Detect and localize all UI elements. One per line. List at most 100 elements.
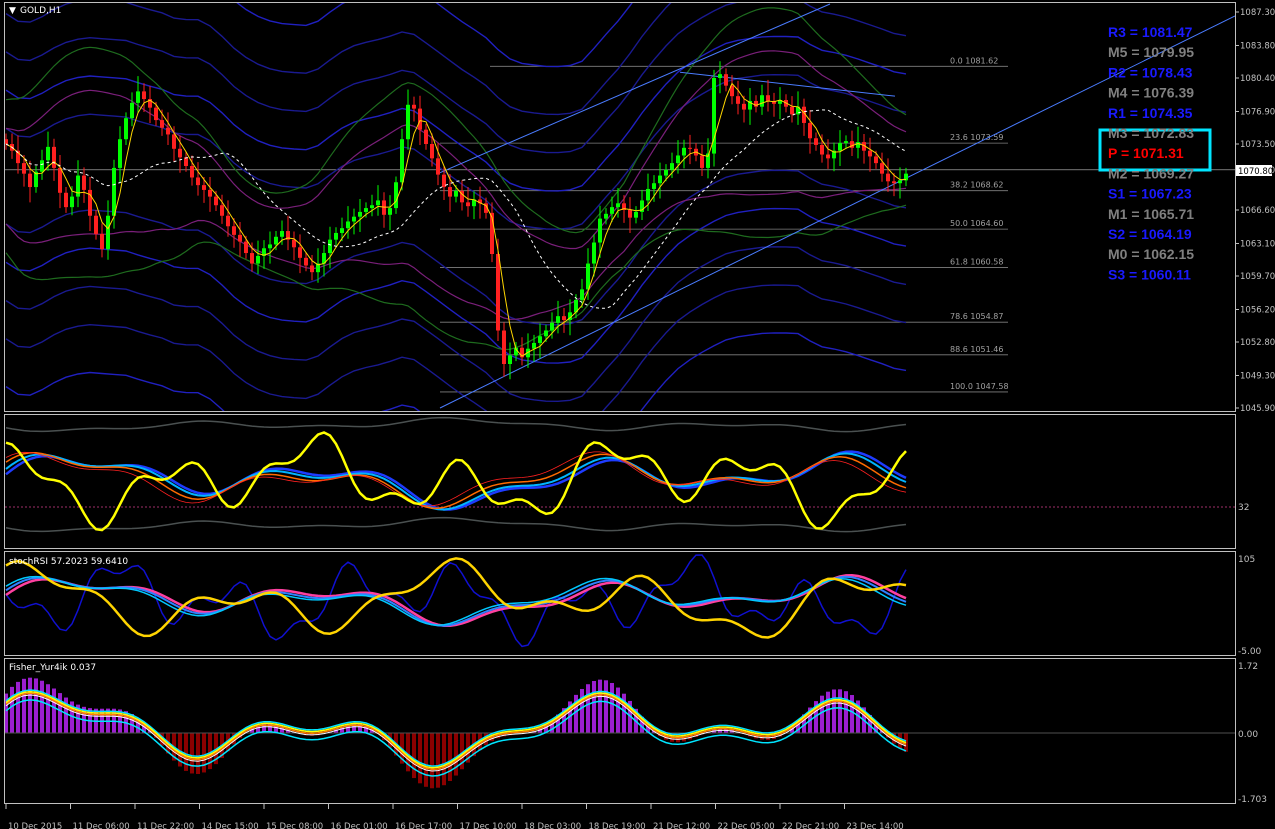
candle-body[interactable] [118, 139, 122, 168]
candle-body[interactable] [700, 155, 704, 168]
candle-body[interactable] [370, 205, 374, 209]
candle-body[interactable] [346, 221, 350, 229]
candle-body[interactable] [502, 330, 506, 364]
candle-body[interactable] [592, 242, 596, 264]
candle-body[interactable] [124, 118, 128, 140]
symbol-title-arrow[interactable]: ▼ [9, 6, 16, 16]
candle-body[interactable] [892, 181, 896, 184]
candle-body[interactable] [532, 342, 536, 349]
candle-body[interactable] [22, 163, 26, 174]
candle-body[interactable] [652, 183, 656, 189]
candle-body[interactable] [250, 253, 254, 264]
candle-body[interactable] [418, 108, 422, 130]
candle-body[interactable] [400, 139, 404, 183]
candle-body[interactable] [340, 228, 344, 233]
time-axis[interactable]: 10 Dec 2015 11 Dec 06:00 11 Dec 22:00 14 De… [5, 804, 904, 829]
candle-body[interactable] [388, 208, 392, 215]
candle-body[interactable] [136, 91, 140, 103]
candle-body[interactable] [454, 190, 458, 197]
candle-body[interactable] [82, 175, 86, 190]
candle-body[interactable] [226, 215, 230, 227]
candle-body[interactable] [898, 180, 902, 184]
candle-body[interactable] [310, 265, 314, 273]
candle-body[interactable] [412, 104, 416, 109]
price-axis[interactable]: 1087.30 1083.80 1080.40 1076.90 1073.50 1070.… [1235, 8, 1275, 414]
candle-body[interactable] [808, 122, 812, 139]
candle-body[interactable] [682, 147, 686, 156]
candle-body[interactable] [40, 160, 44, 172]
candle-body[interactable] [154, 107, 158, 121]
candle-body[interactable] [664, 169, 668, 176]
candle-body[interactable] [826, 154, 830, 159]
candle-body[interactable] [610, 207, 614, 214]
candle-body[interactable] [46, 146, 50, 161]
candle-body[interactable] [868, 150, 872, 157]
candle-body[interactable] [52, 146, 56, 168]
candle-body[interactable] [70, 196, 74, 208]
candle-body[interactable] [352, 216, 356, 222]
candle-body[interactable] [880, 163, 884, 174]
candle-body[interactable] [394, 182, 398, 209]
candle-body[interactable] [508, 355, 512, 364]
candle-body[interactable] [604, 213, 608, 219]
candle-body[interactable] [190, 166, 194, 178]
candle-body[interactable] [448, 187, 452, 197]
candle-body[interactable] [220, 205, 224, 216]
candle-body[interactable] [688, 147, 692, 149]
candle-body[interactable] [736, 96, 740, 104]
candle-body[interactable] [172, 134, 176, 149]
candle-body[interactable] [274, 236, 278, 245]
candle-body[interactable] [754, 100, 758, 107]
candle-body[interactable] [580, 289, 584, 300]
indicator-panel-1[interactable] [4, 414, 1236, 549]
candle-body[interactable] [142, 91, 146, 100]
candle-body[interactable] [202, 185, 206, 190]
candle-body[interactable] [196, 177, 200, 186]
candle-body[interactable] [430, 144, 434, 159]
candle-body[interactable] [766, 95, 770, 101]
candle-body[interactable] [658, 175, 662, 184]
candle-body[interactable] [364, 208, 368, 212]
candle-body[interactable] [64, 192, 68, 208]
candle-body[interactable] [496, 254, 500, 331]
candle-body[interactable] [238, 234, 242, 242]
candle-body[interactable] [676, 155, 680, 164]
trend-channel-upper[interactable] [439, 3, 831, 174]
candle-body[interactable] [376, 200, 380, 206]
stochrsi-panel[interactable] [4, 551, 1236, 656]
candle-body[interactable] [28, 173, 32, 188]
candle-body[interactable] [856, 142, 860, 148]
candle-body[interactable] [130, 102, 134, 119]
candle-body[interactable] [646, 188, 650, 201]
candle-body[interactable] [292, 239, 296, 248]
candle-body[interactable] [670, 163, 674, 170]
candle-body[interactable] [106, 215, 110, 250]
candle-body[interactable] [424, 129, 428, 144]
candle-body[interactable] [208, 189, 212, 197]
candle-body[interactable] [112, 167, 116, 216]
candle-body[interactable] [232, 226, 236, 235]
candle-body[interactable] [184, 157, 188, 166]
candle-body[interactable] [328, 239, 332, 254]
candle-body[interactable] [874, 156, 878, 164]
candle-body[interactable] [598, 218, 602, 243]
candle-body[interactable] [562, 316, 566, 320]
candle-body[interactable] [820, 144, 824, 155]
candle-body[interactable] [550, 322, 554, 331]
candle-body[interactable] [244, 241, 248, 254]
candle-body[interactable] [160, 120, 164, 128]
candle-body[interactable] [814, 138, 818, 145]
candle-body[interactable] [724, 74, 728, 86]
candle-body[interactable] [406, 104, 410, 140]
candle-body[interactable] [538, 336, 542, 343]
candle-body[interactable] [742, 103, 746, 110]
candle-body[interactable] [466, 202, 470, 207]
candle-body[interactable] [268, 244, 272, 249]
candle-body[interactable] [838, 143, 842, 151]
chart-canvas[interactable]: 0.0 1081.6223.6 1073.5938.2 1068.6250.0 … [0, 0, 1275, 829]
candle-body[interactable] [718, 74, 722, 78]
candle-body[interactable] [280, 231, 284, 237]
candle-body[interactable] [298, 247, 302, 258]
candle-body[interactable] [100, 233, 104, 250]
candle-body[interactable] [556, 316, 560, 323]
